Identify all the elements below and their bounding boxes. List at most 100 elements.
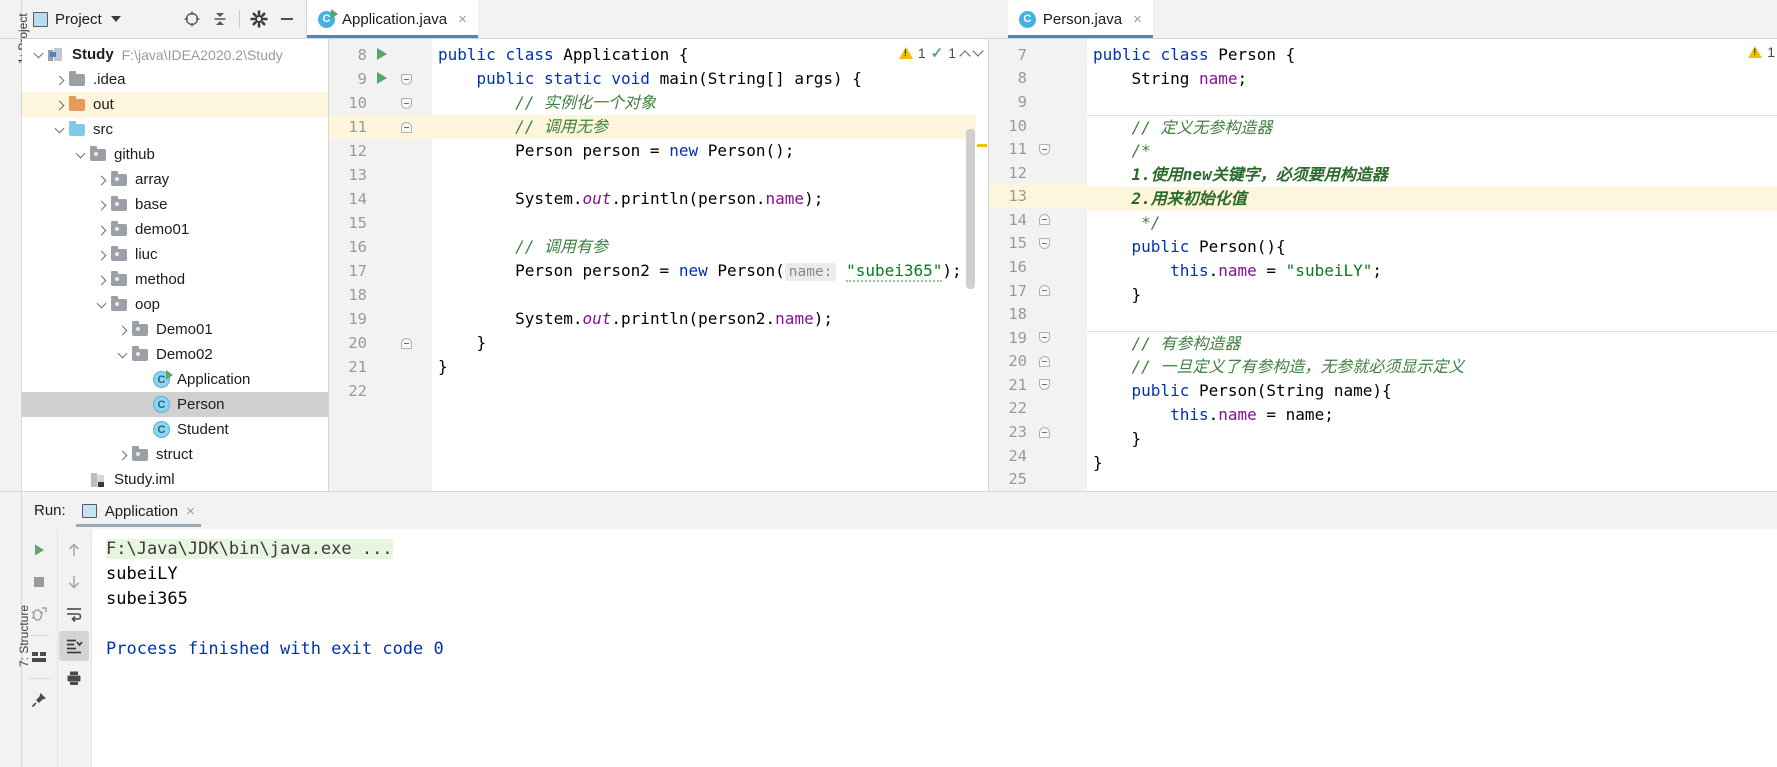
tree-node-person[interactable]: C Person xyxy=(22,392,328,417)
gutter-line-17[interactable]: 17 xyxy=(329,259,432,283)
right-editor-gutter[interactable]: 7 8 9 10 11 12 13 14 15 16 17 18 19 20 21 22 23 24 25 xyxy=(989,39,1087,491)
gutter-line-14[interactable]: 14 xyxy=(989,208,1087,232)
expand-arrow-icon[interactable] xyxy=(93,274,110,286)
code-line-24[interactable]: } xyxy=(1087,451,1777,475)
gutter-line-7[interactable]: 7 xyxy=(989,43,1087,67)
gutter-line-21[interactable]: 21 xyxy=(989,373,1087,397)
code-line-14[interactable]: System.out.println(person.name); xyxy=(432,187,988,211)
collapse-arrow-icon[interactable] xyxy=(30,48,47,61)
gutter-line-18[interactable]: 18 xyxy=(329,283,432,307)
fold-marker[interactable] xyxy=(1031,237,1057,249)
code-line-18[interactable] xyxy=(432,283,988,307)
left-editor-scrollbar[interactable] xyxy=(966,129,975,289)
gutter-line-11[interactable]: 11 xyxy=(989,137,1087,161)
code-line-7[interactable]: public class Person { xyxy=(1087,43,1777,67)
run-tab-application[interactable]: Application × xyxy=(75,496,201,527)
fold-marker[interactable] xyxy=(1031,379,1057,391)
gutter-line-19[interactable]: 19 xyxy=(329,307,432,331)
code-line-23[interactable]: } xyxy=(1087,427,1777,451)
tree-node-study[interactable]: Study F:\java\IDEA2020.2\Study xyxy=(22,42,328,67)
left-marker-bar[interactable] xyxy=(976,39,988,491)
console-output[interactable]: F:\Java\JDK\bin\java.exe ... subeiLY subei… xyxy=(92,529,1777,767)
tree-node-src[interactable]: src xyxy=(22,117,328,142)
right-editor-code[interactable]: public class Person { String name; // 定义… xyxy=(1087,39,1777,491)
code-line-20[interactable]: } xyxy=(432,331,988,355)
scroll-down-icon[interactable] xyxy=(59,567,89,597)
code-line-17[interactable]: Person person2 = new Person(name: "subei… xyxy=(432,259,988,283)
tree-node-demo01[interactable]: demo01 xyxy=(22,217,328,242)
code-line-12[interactable]: 1.使用new关键字，必须要用构造器 xyxy=(1087,163,1777,187)
code-line-13[interactable] xyxy=(432,163,988,187)
code-line-15[interactable]: public Person(){ xyxy=(1087,235,1777,259)
fold-marker[interactable] xyxy=(393,121,419,133)
tree-node-out[interactable]: out xyxy=(22,92,328,117)
code-line-13[interactable]: 2.用来初始化值 xyxy=(1087,187,1777,211)
code-line-20[interactable]: // 一旦定义了有参构造，无参就必须显示定义 xyxy=(1087,355,1777,379)
gutter-line-20[interactable]: 20 xyxy=(329,331,432,355)
expand-arrow-icon[interactable] xyxy=(114,449,131,461)
tree-node--idea[interactable]: .idea xyxy=(22,67,328,92)
collapse-all-icon[interactable] xyxy=(207,6,233,32)
code-line-21[interactable]: } xyxy=(432,355,988,379)
run-gutter-icon[interactable] xyxy=(371,70,393,88)
tree-node-base[interactable]: base xyxy=(22,192,328,217)
gutter-line-16[interactable]: 16 xyxy=(329,235,432,259)
expand-arrow-icon[interactable] xyxy=(51,99,68,111)
gutter-line-9[interactable]: 9 xyxy=(329,67,432,91)
code-line-12[interactable]: Person person = new Person(); xyxy=(432,139,988,163)
gutter-line-16[interactable]: 16 xyxy=(989,255,1087,279)
expand-arrow-icon[interactable] xyxy=(93,249,110,261)
gutter-line-13[interactable]: 13 xyxy=(989,184,1087,209)
code-line-19[interactable]: System.out.println(person2.name); xyxy=(432,307,988,331)
gutter-line-8[interactable]: 8 xyxy=(329,43,432,67)
run-gutter-icon[interactable] xyxy=(371,46,393,64)
code-line-14[interactable]: */ xyxy=(1087,211,1777,235)
gutter-line-20[interactable]: 20 xyxy=(989,350,1087,374)
project-view-selector[interactable]: Project xyxy=(28,8,126,31)
scroll-to-end-icon[interactable] xyxy=(59,631,90,661)
code-line-8[interactable]: String name; xyxy=(1087,67,1777,91)
code-line-16[interactable]: // 调用有参 xyxy=(432,235,988,259)
gutter-line-12[interactable]: 12 xyxy=(329,139,432,163)
locate-icon[interactable] xyxy=(179,6,205,32)
tree-node-liuc[interactable]: liuc xyxy=(22,242,328,267)
code-line-18[interactable] xyxy=(1087,307,1777,331)
fold-marker[interactable] xyxy=(1031,426,1057,438)
settings-gear-icon[interactable] xyxy=(246,6,272,32)
code-line-25[interactable] xyxy=(1087,475,1777,491)
pin-icon[interactable] xyxy=(24,685,54,715)
tree-node-struct[interactable]: struct xyxy=(22,442,328,467)
gutter-line-22[interactable]: 22 xyxy=(989,397,1087,421)
fold-marker[interactable] xyxy=(393,73,419,85)
code-line-22[interactable]: this.name = name; xyxy=(1087,403,1777,427)
close-icon[interactable]: × xyxy=(1133,12,1142,27)
code-line-9[interactable] xyxy=(1087,91,1777,115)
gutter-line-15[interactable]: 15 xyxy=(989,232,1087,256)
gutter-line-8[interactable]: 8 xyxy=(989,67,1087,91)
gutter-line-18[interactable]: 18 xyxy=(989,302,1087,326)
expand-arrow-icon[interactable] xyxy=(93,224,110,236)
code-line-11[interactable]: /* xyxy=(1087,139,1777,163)
inspection-widget[interactable]: 1 ✓ 1 xyxy=(898,44,984,62)
left-editor-gutter[interactable]: 8 9 10 11 12 13 14 15 16 17 18 19 20 21 22 xyxy=(329,39,432,491)
expand-arrow-icon[interactable] xyxy=(93,199,110,211)
gutter-line-10[interactable]: 10 xyxy=(989,114,1087,138)
gutter-line-12[interactable]: 12 xyxy=(989,161,1087,185)
fold-marker[interactable] xyxy=(1031,285,1057,297)
tree-node-github[interactable]: github xyxy=(22,142,328,167)
tree-node-demo01[interactable]: Demo01 xyxy=(22,317,328,342)
fold-marker[interactable] xyxy=(393,337,419,349)
code-line-11[interactable]: // 调用无参 xyxy=(432,115,988,139)
fold-marker[interactable] xyxy=(1031,214,1057,226)
code-line-21[interactable]: public Person(String name){ xyxy=(1087,379,1777,403)
scroll-up-icon[interactable] xyxy=(59,535,89,565)
soft-wrap-icon[interactable] xyxy=(59,599,89,629)
gutter-line-14[interactable]: 14 xyxy=(329,187,432,211)
tree-node-application[interactable]: C Application xyxy=(22,367,328,392)
tree-node-study-iml[interactable]: Study.iml xyxy=(22,467,328,491)
fold-marker[interactable] xyxy=(1031,143,1057,155)
code-line-9[interactable]: public static void main(String[] args) { xyxy=(432,67,988,91)
tree-node-demo02[interactable]: Demo02 xyxy=(22,342,328,367)
code-line-10[interactable]: // 定义无参构造器 xyxy=(1087,115,1777,139)
gutter-line-15[interactable]: 15 xyxy=(329,211,432,235)
